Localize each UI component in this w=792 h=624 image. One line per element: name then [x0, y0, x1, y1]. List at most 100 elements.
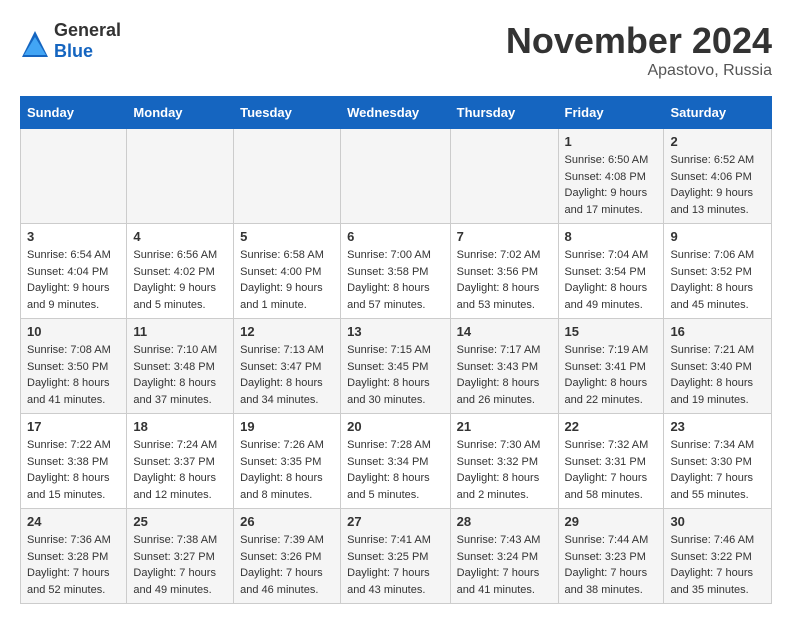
daylight: Daylight: 7 hours and 41 minutes.: [457, 567, 540, 596]
table-row: 29 Sunrise: 7:44 AMSunset: 3:23 PMDayligh…: [558, 509, 664, 604]
day-number: 24: [27, 514, 120, 529]
header-saturday: Saturday: [664, 97, 772, 129]
header-monday: Monday: [127, 97, 234, 129]
day-info: Sunrise: 7:38 AMSunset: 3:27 PMDaylight:…: [133, 532, 227, 598]
sunset: Sunset: 3:48 PM: [133, 361, 214, 373]
table-row: 28Sunrise: 7:43 AMSunset: 3:24 PMDayligh…: [450, 509, 558, 604]
sunrise: Sunrise: 7:34 AM: [670, 439, 754, 451]
daylight: Daylight: 8 hours and 45 minutes.: [670, 282, 753, 311]
day-info: Sunrise: 7:32 AMSunset: 3:31 PMDaylight:…: [565, 437, 658, 503]
day-info: Sunrise: 7:22 AMSunset: 3:38 PMDaylight:…: [27, 437, 120, 503]
table-row: [21, 129, 127, 224]
day-number: 3: [27, 229, 120, 244]
daylight: Daylight: 7 hours and 38 minutes.: [565, 567, 648, 596]
table-row: 15Sunrise: 7:19 AMSunset: 3:41 PMDayligh…: [558, 319, 664, 414]
sunrise: Sunrise: 7:17 AM: [457, 344, 541, 356]
logo-blue: Blue: [54, 41, 93, 61]
table-row: 3Sunrise: 6:54 AMSunset: 4:04 PMDaylight…: [21, 224, 127, 319]
sunset: Sunset: 3:22 PM: [670, 551, 751, 563]
daylight: Daylight: 8 hours and 49 minutes.: [565, 282, 648, 311]
day-info: Sunrise: 7:39 AM Sunset: 3:26 PM Daylight:…: [240, 532, 334, 598]
sunrise: Sunrise: 7:36 AM: [27, 534, 111, 546]
daylight: Daylight: 8 hours and 30 minutes.: [347, 377, 430, 406]
header-friday: Friday: [558, 97, 664, 129]
sunrise: Sunrise: 7:08 AM: [27, 344, 111, 356]
daylight: Daylight: 9 hours and 13 minutes.: [670, 187, 753, 216]
sunrise: Sunrise: 6:56 AM: [133, 249, 217, 261]
day-number: 11: [133, 324, 227, 339]
sunset: Sunset: 3:54 PM: [565, 266, 646, 278]
day-number: 23: [670, 419, 765, 434]
day-number: 30: [670, 514, 765, 529]
day-number: 8: [565, 229, 658, 244]
sunrise: Sunrise: 7:19 AM: [565, 344, 649, 356]
sunset: Sunset: 3:30 PM: [670, 456, 751, 468]
daylight: Daylight: 7 hours and 35 minutes.: [670, 567, 753, 596]
table-row: [234, 129, 341, 224]
day-info: Sunrise: 7:21 AMSunset: 3:40 PMDaylight:…: [670, 342, 765, 408]
sunrise: Sunrise: 7:43 AM: [457, 534, 541, 546]
day-info: Sunrise: 7:36 AMSunset: 3:28 PMDaylight:…: [27, 532, 120, 598]
day-info: Sunrise: 7:19 AMSunset: 3:41 PMDaylight:…: [565, 342, 658, 408]
table-row: 16Sunrise: 7:21 AMSunset: 3:40 PMDayligh…: [664, 319, 772, 414]
sunset: Sunset: 3:31 PM: [565, 456, 646, 468]
sunrise: Sunrise: 7:02 AM: [457, 249, 541, 261]
daylight: Daylight: 8 hours and 2 minutes.: [457, 472, 540, 501]
day-number: 13: [347, 324, 444, 339]
table-row: 24 Sunrise: 7:36 AMSunset: 3:28 PMDayligh…: [21, 509, 127, 604]
table-row: 23Sunrise: 7:34 AMSunset: 3:30 PMDayligh…: [664, 414, 772, 509]
daylight: Daylight: 8 hours and 19 minutes.: [670, 377, 753, 406]
day-number: 17: [27, 419, 120, 434]
sunrise: Sunrise: 7:13 AM: [240, 344, 324, 356]
sunrise: Sunrise: 7:28 AM: [347, 439, 431, 451]
day-number: 1: [565, 134, 658, 149]
table-row: 11Sunrise: 7:10 AMSunset: 3:48 PMDayligh…: [127, 319, 234, 414]
sunrise: Sunrise: 7:41 AM: [347, 534, 431, 546]
calendar-week-row: 24 Sunrise: 7:36 AMSunset: 3:28 PMDayligh…: [21, 509, 772, 604]
header-wednesday: Wednesday: [341, 97, 451, 129]
daylight: Daylight: 8 hours and 53 minutes.: [457, 282, 540, 311]
sunset: Sunset: 3:43 PM: [457, 361, 538, 373]
location: Apastovo, Russia: [506, 62, 772, 80]
sunrise: Sunrise: 7:39 AM: [240, 534, 324, 546]
header-tuesday: Tuesday: [234, 97, 341, 129]
sunset: Sunset: 3:34 PM: [347, 456, 428, 468]
daylight: Daylight: 9 hours and 1 minute.: [240, 282, 323, 311]
sunset: Sunset: 4:00 PM: [240, 266, 321, 278]
sunrise: Sunrise: 6:52 AM: [670, 154, 754, 166]
day-info: Sunrise: 6:50 AMSunset: 4:08 PMDaylight:…: [565, 152, 658, 218]
page-header: General Blue November 2024 Apastovo, Rus…: [20, 20, 772, 80]
sunrise: Sunrise: 7:26 AM: [240, 439, 324, 451]
table-row: 22Sunrise: 7:32 AMSunset: 3:31 PMDayligh…: [558, 414, 664, 509]
table-row: 26 Sunrise: 7:39 AM Sunset: 3:26 PM Dayligh…: [234, 509, 341, 604]
day-info: Sunrise: 7:13 AMSunset: 3:47 PMDaylight:…: [240, 342, 334, 408]
month-title: November 2024: [506, 20, 772, 62]
day-info: Sunrise: 7:46 AMSunset: 3:22 PMDaylight:…: [670, 532, 765, 598]
day-info: Sunrise: 7:06 AMSunset: 3:52 PMDaylight:…: [670, 247, 765, 313]
sunrise: Sunrise: 7:15 AM: [347, 344, 431, 356]
day-info: Sunrise: 7:30 AMSunset: 3:32 PMDaylight:…: [457, 437, 552, 503]
sunrise: Sunrise: 6:58 AM: [240, 249, 324, 261]
table-row: 12Sunrise: 7:13 AMSunset: 3:47 PMDayligh…: [234, 319, 341, 414]
sunset: Sunset: 3:25 PM: [347, 551, 428, 563]
day-number: 6: [347, 229, 444, 244]
daylight: Daylight: 8 hours and 26 minutes.: [457, 377, 540, 406]
table-row: 10Sunrise: 7:08 AMSunset: 3:50 PMDayligh…: [21, 319, 127, 414]
logo: General Blue: [20, 20, 121, 62]
table-row: 9Sunrise: 7:06 AMSunset: 3:52 PMDaylight…: [664, 224, 772, 319]
sunset: Sunset: 3:27 PM: [133, 551, 214, 563]
day-info: Sunrise: 6:52 AMSunset: 4:06 PMDaylight:…: [670, 152, 765, 218]
logo-icon: [20, 29, 50, 53]
day-info: Sunrise: 7:15 AMSunset: 3:45 PMDaylight:…: [347, 342, 444, 408]
day-number: 20: [347, 419, 444, 434]
sunset: Sunset: 3:26 PM: [240, 551, 321, 563]
day-number: 26: [240, 514, 334, 529]
daylight: Daylight: 7 hours and 46 minutes.: [240, 567, 323, 596]
calendar-table: Sunday Monday Tuesday Wednesday Thursday…: [20, 96, 772, 604]
day-info: Sunrise: 7:41 AMSunset: 3:25 PMDaylight:…: [347, 532, 444, 598]
day-number: 29: [565, 514, 658, 529]
day-info: Sunrise: 7:44 AMSunset: 3:23 PMDaylight:…: [565, 532, 658, 598]
day-number: 28: [457, 514, 552, 529]
table-row: 4Sunrise: 6:56 AMSunset: 4:02 PMDaylight…: [127, 224, 234, 319]
table-row: 13 Sunrise: 7:15 AMSunset: 3:45 PMDayligh…: [341, 319, 451, 414]
